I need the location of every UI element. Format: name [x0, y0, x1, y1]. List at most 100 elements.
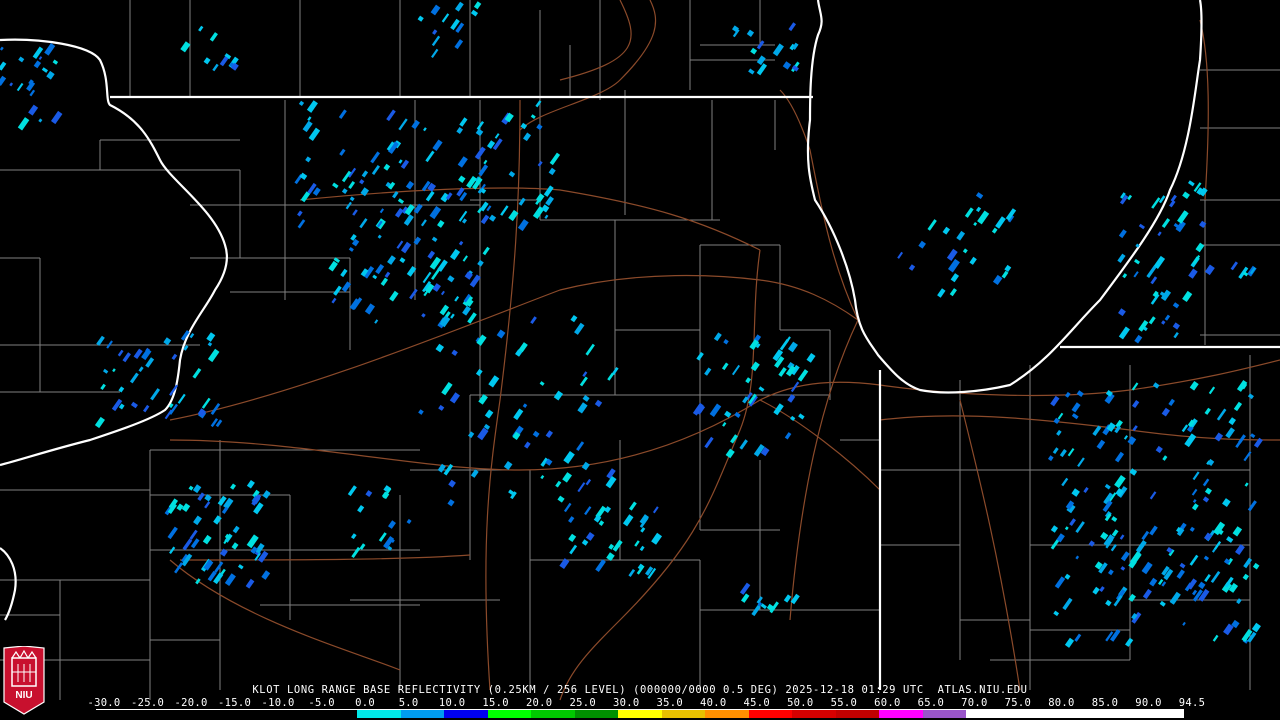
echo-pixel	[1099, 586, 1105, 593]
echo-pixel	[411, 119, 420, 130]
echo-pixel	[1117, 253, 1126, 263]
echo-pixel	[1232, 526, 1243, 537]
echo-pixel	[517, 219, 529, 232]
echo-pixel	[1111, 529, 1119, 537]
colorbar-segment	[96, 710, 140, 718]
echo-pixel	[1181, 424, 1189, 433]
echo-pixel	[574, 322, 585, 335]
colorbar-segment	[270, 710, 314, 718]
echo-pixel	[231, 542, 239, 550]
echo-pixel	[628, 501, 637, 511]
echo-pixel	[383, 163, 391, 171]
echo-pixel	[484, 409, 494, 419]
scale-label: -15.0	[217, 697, 252, 709]
echo-pixel	[1207, 459, 1215, 466]
echo-pixel	[1150, 276, 1158, 285]
echo-pixel	[1189, 381, 1199, 391]
echo-pixel	[425, 190, 435, 202]
echo-pixel	[431, 48, 439, 59]
echo-pixel	[480, 214, 490, 225]
echo-pixel	[1228, 417, 1237, 426]
echo-pixel	[535, 100, 542, 108]
echo-pixel	[338, 109, 347, 119]
echo-pixel	[607, 372, 615, 381]
echo-pixel	[359, 179, 365, 185]
echo-pixel	[482, 246, 490, 256]
echo-pixel	[1122, 273, 1128, 279]
echo-pixel	[339, 148, 346, 156]
echo-pixel	[192, 368, 202, 379]
echo-pixel	[262, 490, 271, 499]
echo-pixel	[461, 218, 468, 224]
echo-pixel	[787, 341, 798, 353]
echo-pixel	[1104, 483, 1111, 490]
echo-pixel	[950, 273, 960, 283]
echo-pixel	[193, 515, 202, 526]
echo-pixel	[1114, 474, 1126, 489]
echo-pixel	[1226, 536, 1234, 543]
echo-pixel	[991, 227, 998, 234]
echo-pixel	[721, 362, 729, 371]
colorbar-segment	[400, 710, 445, 718]
echo-pixel	[432, 283, 441, 292]
echo-pixel	[331, 297, 337, 304]
echo-pixel	[423, 127, 427, 132]
echo-pixel	[522, 403, 528, 408]
echo-pixel	[454, 295, 460, 302]
echo-pixel	[1244, 482, 1249, 487]
echo-pixel	[370, 151, 381, 164]
echo-pixel	[16, 82, 24, 92]
echo-pixel	[214, 561, 224, 573]
echo-pixel	[307, 116, 312, 121]
echo-pixel	[947, 258, 960, 273]
echo-pixel	[33, 60, 42, 69]
scale-label: 90.0	[1135, 697, 1162, 709]
echo-pixel	[1242, 573, 1250, 581]
echo-pixel	[50, 110, 63, 125]
echo-pixel	[741, 593, 750, 603]
echo-pixel	[349, 196, 355, 202]
echo-pixel	[425, 150, 435, 163]
echo-pixel	[539, 381, 545, 386]
radar-echoes	[0, 1, 1263, 648]
echo-pixel	[1077, 457, 1085, 468]
echo-pixel	[1204, 573, 1211, 582]
echo-pixel	[746, 29, 755, 37]
echo-pixel	[1189, 526, 1195, 532]
echo-pixel	[1119, 534, 1125, 540]
echo-pixel	[359, 543, 366, 550]
echo-pixel	[462, 305, 472, 316]
colorbar-segment	[574, 710, 619, 718]
echo-pixel	[734, 411, 741, 418]
echo-pixel	[723, 339, 729, 345]
echo-pixel	[545, 196, 554, 206]
echo-pixel	[562, 472, 572, 483]
echo-pixel	[167, 526, 178, 540]
echo-pixel	[956, 230, 966, 241]
echo-pixel	[299, 172, 308, 180]
echo-pixel	[577, 482, 586, 493]
echo-pixel	[581, 539, 589, 546]
echo-pixel	[359, 218, 368, 229]
echo-pixel	[536, 123, 543, 131]
echo-pixel	[1204, 487, 1212, 495]
echo-pixel	[129, 372, 139, 384]
echo-pixel	[1118, 229, 1127, 239]
echo-pixel	[1138, 320, 1149, 332]
echo-pixel	[785, 336, 791, 343]
echo-pixel	[1168, 398, 1175, 407]
echo-pixel	[750, 47, 758, 55]
echo-pixel	[245, 578, 255, 589]
echo-pixel	[908, 264, 916, 271]
echo-pixel	[1047, 455, 1054, 462]
colorbar-segment	[183, 710, 227, 718]
echo-pixel	[206, 332, 216, 342]
scale-label: 65.0	[917, 697, 945, 709]
echo-pixel	[171, 353, 178, 360]
echo-pixel	[1235, 544, 1245, 556]
echo-pixel	[964, 207, 974, 218]
echo-pixel	[138, 366, 144, 373]
echo-pixel	[246, 534, 259, 549]
echo-pixel	[449, 248, 461, 261]
colorbar-segment	[1096, 710, 1141, 718]
